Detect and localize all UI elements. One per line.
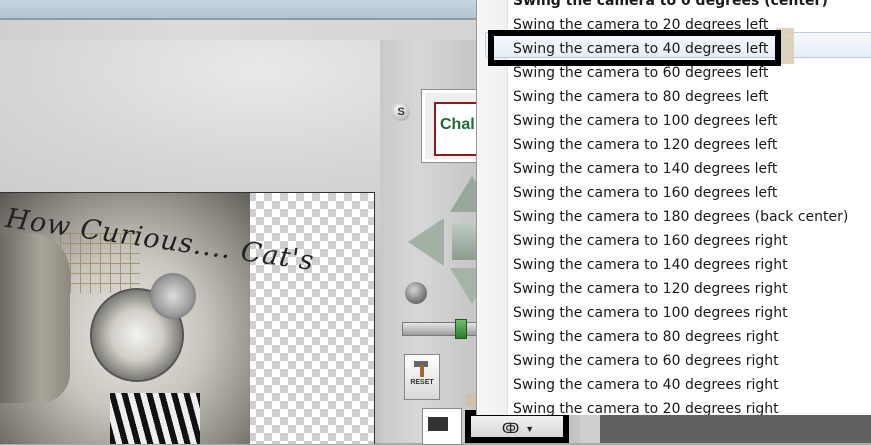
window-titlebar [0,0,476,18]
status-area-dark [600,415,871,443]
menu-item[interactable]: Swing the camera to 180 degrees (back ce… [513,205,848,229]
status-area-light [580,415,600,443]
chevron-down-icon: ▼ [525,423,535,434]
menu-item[interactable]: Swing the camera to 40 degrees left [513,37,768,61]
material-thumbnail[interactable]: Chal [421,89,484,163]
artwork-face [0,233,70,403]
camera-swing-icon: ↂ [501,420,520,436]
annotation-shadow-under [520,60,765,66]
menu-item[interactable]: Swing the camera to 80 degrees right [513,325,779,349]
menu-item[interactable]: Swing the camera to 100 degrees left [513,109,777,133]
toolbar-area [0,20,476,40]
menu-item[interactable]: Swing the camera to 60 degrees right [513,349,779,373]
preview-canvas[interactable]: How Curious.... Cat's [0,192,375,444]
thumbnail-text: Chal [440,116,475,133]
preview-tile[interactable] [422,408,462,445]
annotation-shadow-side [776,28,794,64]
round-control-button[interactable] [405,282,427,304]
reset-label: RESET [410,379,434,386]
nav-left-arrow-icon[interactable] [408,218,444,266]
s-button[interactable]: S [392,103,410,121]
menu-item[interactable]: Swing the camera to 0 degrees (center) [513,0,828,13]
menu-item[interactable]: Swing the camera to 120 degrees left [513,133,777,157]
menu-item[interactable]: Swing the camera to 100 degrees right [513,301,788,325]
menu-item[interactable]: Swing the camera to 20 degrees left [513,13,768,37]
menu-item[interactable]: Swing the camera to 80 degrees left [513,85,768,109]
menu-item[interactable]: Swing the camera to 140 degrees right [513,253,788,277]
zoom-slider-thumb[interactable] [455,319,467,339]
reset-button[interactable]: RESET [404,354,440,400]
artwork-checker-floor [110,393,200,444]
artwork-gear [150,273,196,319]
menu-gutter [477,0,508,415]
artwork-image: How Curious.... Cat's [0,193,316,444]
camera-swing-dropdown[interactable]: ↂ ▼ [470,414,566,443]
menu-item[interactable]: Swing the camera to 120 degrees right [513,277,788,301]
menu-item[interactable]: Swing the camera to 140 degrees left [513,157,777,181]
menu-item[interactable]: Swing the camera to 20 degrees right [513,397,779,415]
hammer-icon [412,359,432,377]
menu-item[interactable]: Swing the camera to 160 degrees left [513,181,777,205]
menu-item[interactable]: Swing the camera to 160 degrees right [513,229,788,253]
menu-item[interactable]: Swing the camera to 40 degrees right [513,373,779,397]
